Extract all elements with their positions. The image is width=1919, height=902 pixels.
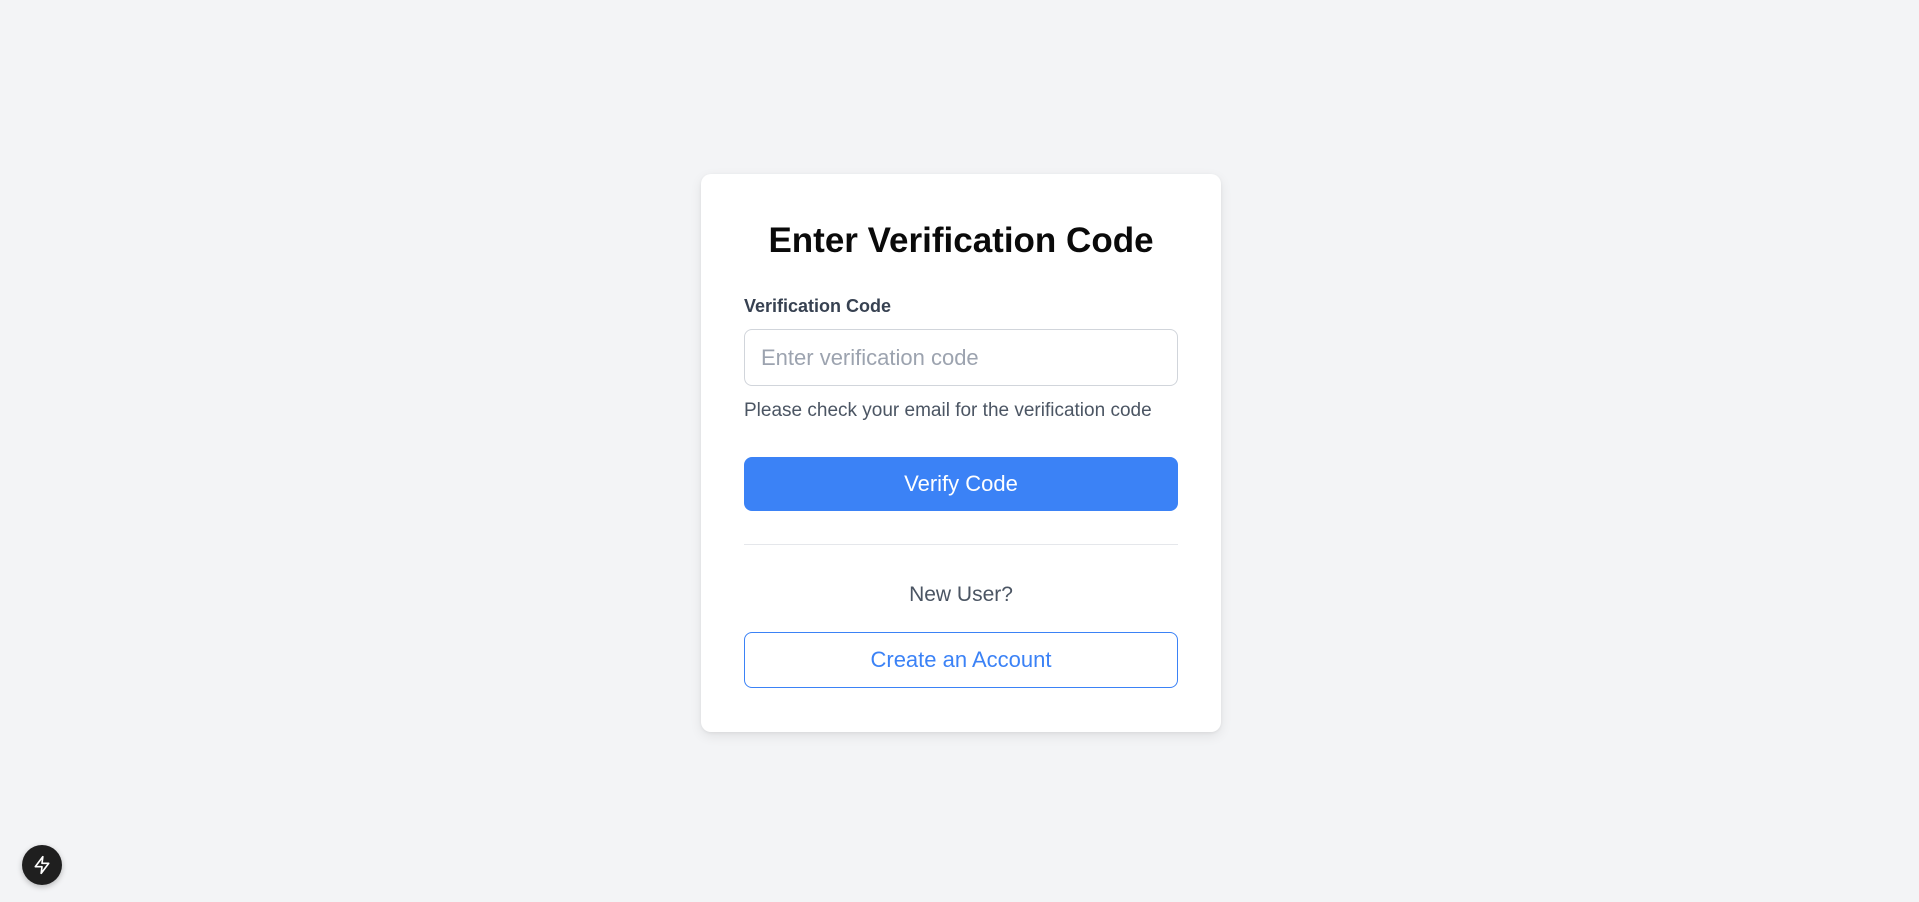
create-account-button[interactable]: Create an Account xyxy=(744,632,1178,688)
verification-code-label: Verification Code xyxy=(744,296,892,316)
verification-code-input[interactable] xyxy=(744,329,1178,386)
divider xyxy=(744,544,1178,545)
lightning-bolt-icon xyxy=(32,855,52,875)
new-user-text: New User? xyxy=(909,583,1013,606)
verify-code-button[interactable]: Verify Code xyxy=(744,457,1178,511)
helper-text: Please check your email for the verifica… xyxy=(744,400,1152,421)
dev-tools-button[interactable] xyxy=(22,845,62,885)
verification-card: Enter Verification Code Verification Cod… xyxy=(701,174,1221,732)
page-title: Enter Verification Code xyxy=(768,221,1154,260)
